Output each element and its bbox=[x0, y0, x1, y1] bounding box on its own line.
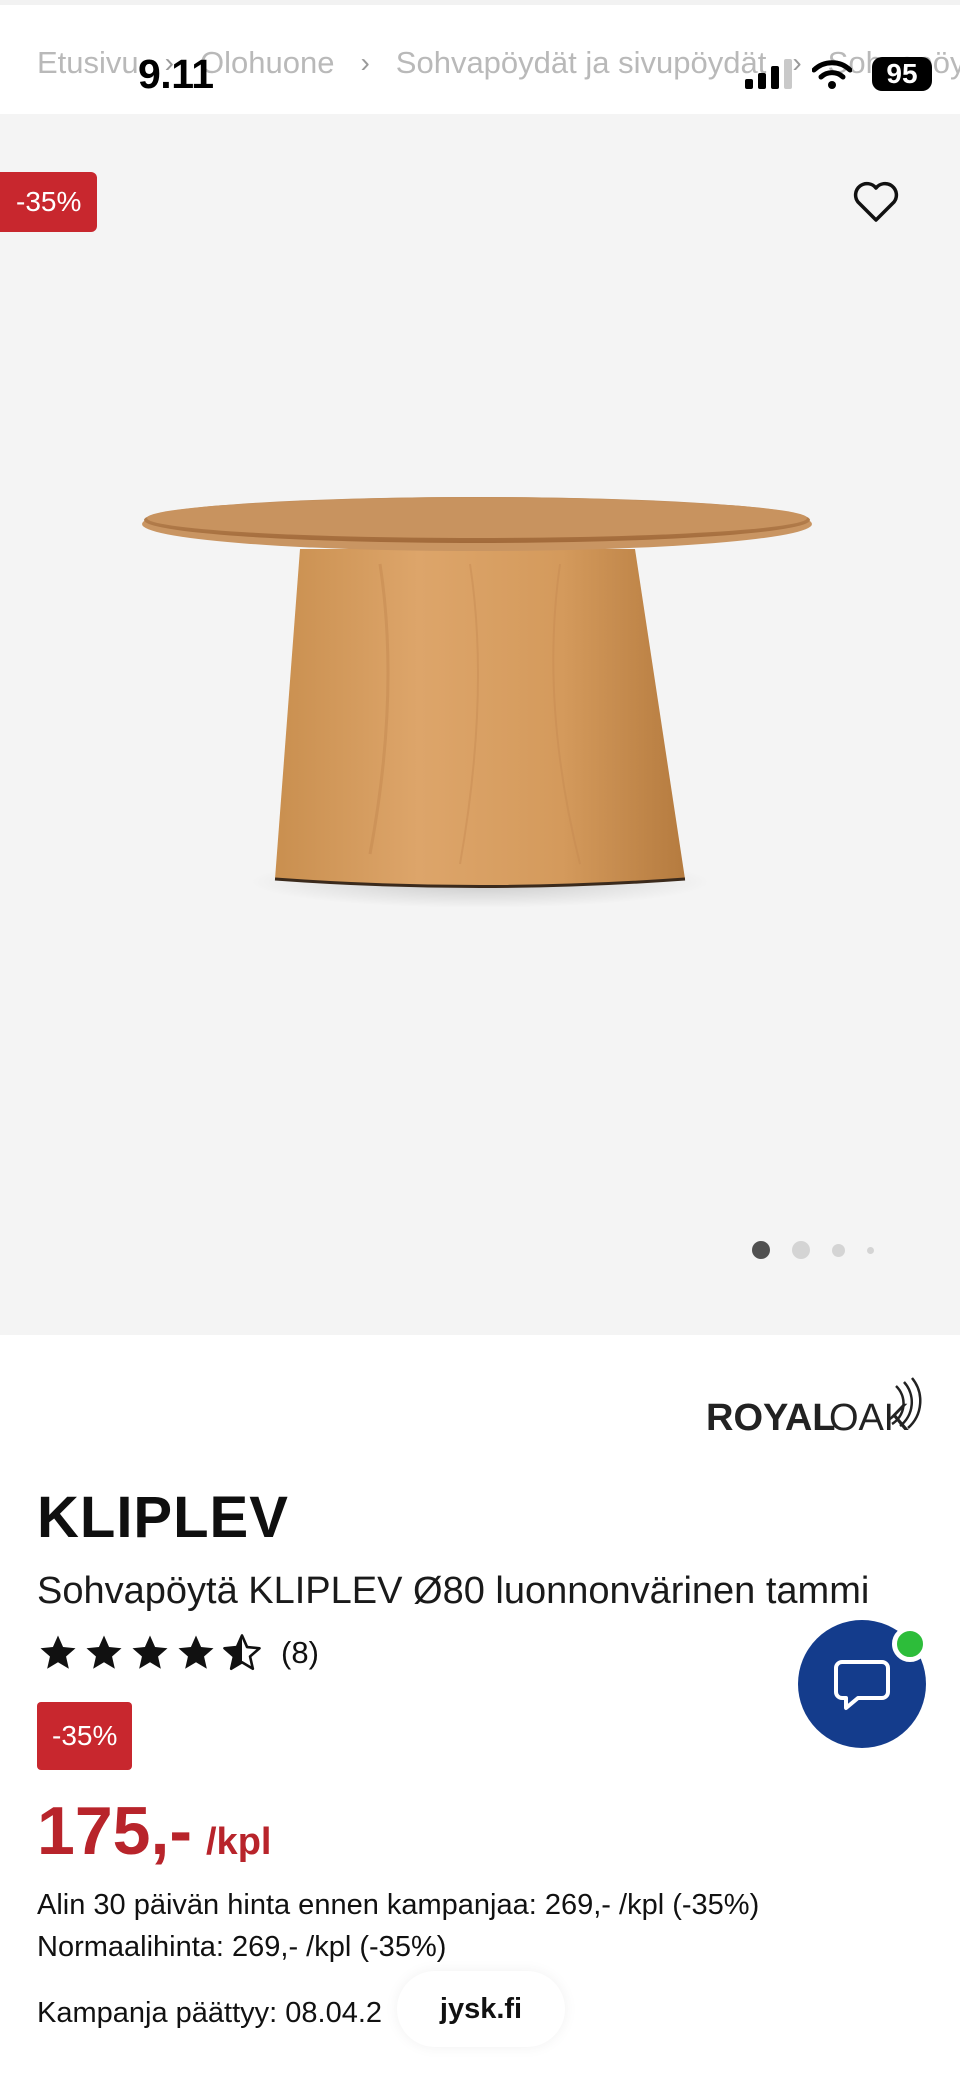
breadcrumb-item-living-room[interactable]: Olohuone bbox=[200, 45, 334, 81]
gallery-dot[interactable] bbox=[792, 1241, 810, 1259]
gallery-dot-active[interactable] bbox=[752, 1241, 770, 1259]
star-full-icon bbox=[40, 1635, 76, 1669]
lowest-price-note: Alin 30 päivän hinta ennen kampanjaa: 26… bbox=[37, 1889, 760, 1921]
campaign-end-note: Kampanja päättyy: 08.04.2 bbox=[37, 1997, 383, 2029]
status-icons: 95 bbox=[745, 57, 932, 91]
chat-bubble-icon bbox=[834, 1660, 890, 1710]
header: Etusivu › Olohuone › Sohvapöydät ja sivu… bbox=[0, 0, 960, 114]
price-value: 175,- bbox=[37, 1793, 192, 1869]
price-unit: /kpl bbox=[206, 1821, 272, 1863]
star-half-icon bbox=[223, 1634, 261, 1671]
breadcrumb-item-home[interactable]: Etusivu bbox=[37, 45, 139, 81]
royal-oak-logo: ROYAL OAK bbox=[706, 1377, 922, 1439]
svg-text:OAK: OAK bbox=[829, 1397, 909, 1439]
gallery-dot[interactable] bbox=[867, 1246, 874, 1254]
gallery-dot[interactable] bbox=[832, 1243, 845, 1257]
rating[interactable]: (8) bbox=[37, 1632, 319, 1674]
gallery-pagination bbox=[752, 1241, 874, 1259]
product-description: Sohvapöytä KLIPLEV Ø80 luonnonvärinen ta… bbox=[37, 1570, 870, 1612]
product-image bbox=[142, 497, 812, 908]
online-status-indicator bbox=[892, 1626, 928, 1662]
heart-icon[interactable] bbox=[852, 180, 900, 224]
address-bar-url: jysk.fi bbox=[439, 1992, 523, 2025]
battery-icon: 95 bbox=[872, 57, 932, 91]
cellular-signal-icon bbox=[745, 59, 792, 89]
breadcrumb-item-coffee-tables[interactable]: Sohvapöydät ja sivupöydät bbox=[396, 45, 767, 81]
price: 175,- /kpl bbox=[37, 1792, 271, 1870]
star-full-icon bbox=[178, 1635, 214, 1669]
status-time: 9.11 bbox=[138, 51, 214, 97]
discount-badge: -35% bbox=[37, 1702, 133, 1770]
chevron-right-icon: › bbox=[360, 47, 370, 78]
chat-button[interactable] bbox=[798, 1620, 928, 1748]
svg-text:ROYAL: ROYAL bbox=[706, 1397, 836, 1439]
star-full-icon bbox=[86, 1635, 122, 1669]
normal-price-note: Normaalihinta: 269,- /kpl (-35%) bbox=[37, 1931, 447, 1963]
address-bar[interactable]: jysk.fi bbox=[397, 1971, 565, 2047]
product-gallery[interactable]: -35% bbox=[0, 114, 960, 1335]
wifi-icon bbox=[812, 60, 852, 89]
product-title: KLIPLEV bbox=[37, 1485, 289, 1550]
rating-count: (8) bbox=[281, 1635, 319, 1670]
star-full-icon bbox=[132, 1635, 168, 1669]
discount-flag: -35% bbox=[0, 172, 98, 232]
